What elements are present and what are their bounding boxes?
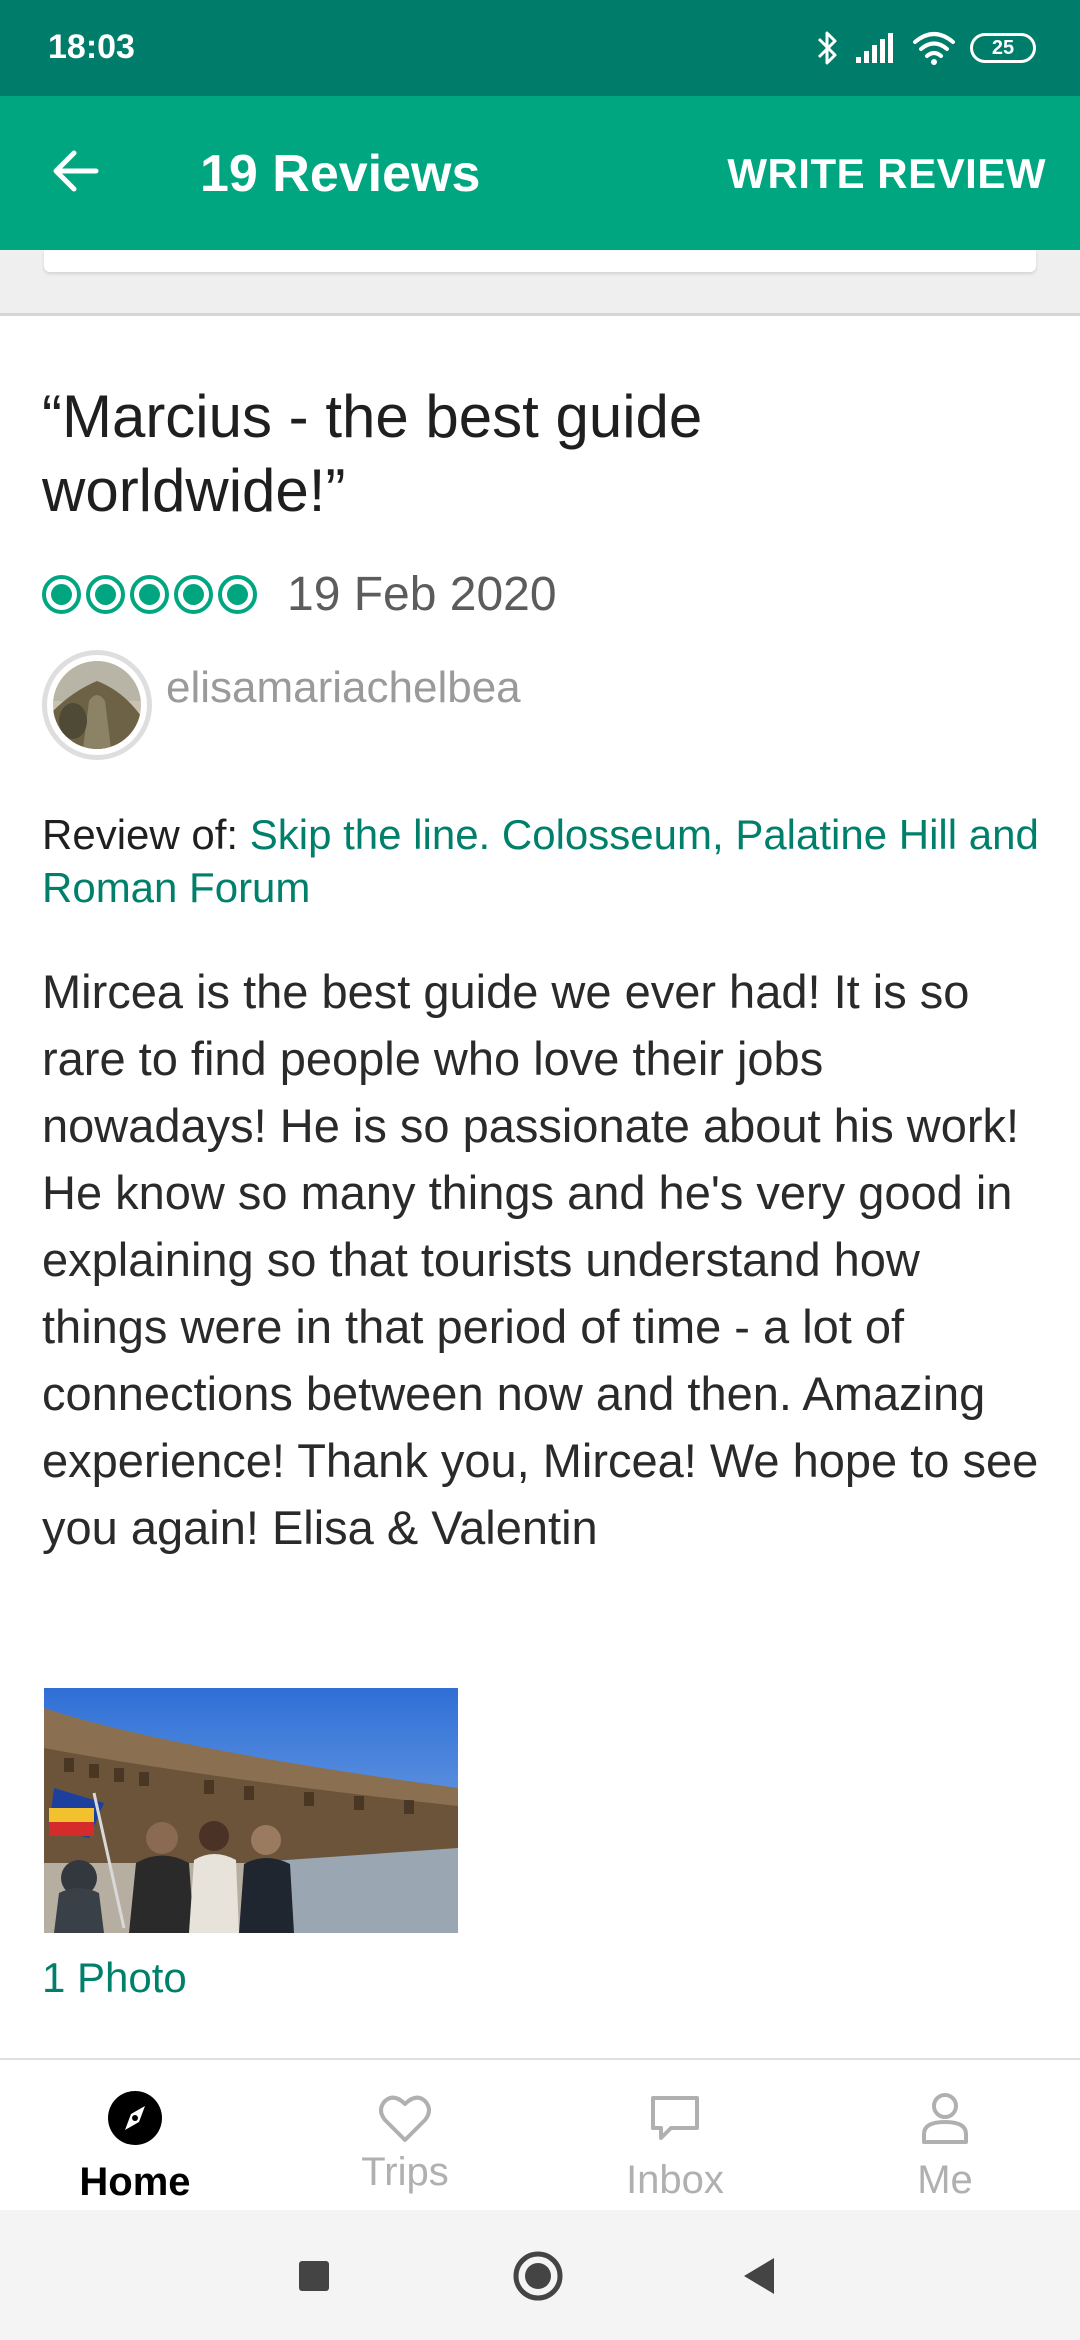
nav-trips[interactable]: Trips xyxy=(270,2060,540,2210)
bluetooth-icon xyxy=(817,31,837,65)
recents-icon[interactable] xyxy=(284,2246,344,2306)
back-triangle-icon[interactable] xyxy=(730,2246,790,2306)
scroll-separator xyxy=(0,250,1080,316)
person-icon xyxy=(922,2093,968,2144)
rating-bubble-icon xyxy=(218,574,257,614)
avatar[interactable] xyxy=(42,650,152,760)
signal-icon xyxy=(856,33,893,63)
username[interactable]: elisamariachelbea xyxy=(166,663,521,713)
review-title: “Marcius - the best guide worldwide!” xyxy=(42,383,703,524)
rating-bubble-icon xyxy=(174,574,213,614)
arrow-left-icon xyxy=(53,150,99,192)
review-body: Mircea is the best guide we ever had! It… xyxy=(42,965,1039,1554)
nav-home[interactable]: Home xyxy=(0,2060,270,2210)
nav-label-trips: Trips xyxy=(361,2150,449,2194)
battery-icon: 25 xyxy=(970,33,1036,63)
nav-label-me: Me xyxy=(917,2158,973,2202)
wifi-icon xyxy=(913,32,955,65)
battery-level: 25 xyxy=(991,36,1015,59)
home-circle-icon[interactable] xyxy=(508,2246,568,2306)
app-bar: 19 Reviews WRITE REVIEW xyxy=(0,96,1080,250)
status-bar: 18:03 25 xyxy=(0,0,1080,96)
rating-bubble-icon xyxy=(130,574,169,614)
compass-icon xyxy=(108,2091,162,2145)
bottom-nav: Home Trips Inbox Me xyxy=(0,2058,1080,2210)
rating-bubble-icon xyxy=(86,574,125,614)
page-title: 19 Reviews xyxy=(200,145,481,203)
rating-row: 19 Feb 2020 xyxy=(42,566,557,622)
review-photo[interactable] xyxy=(44,1688,458,1933)
system-nav xyxy=(0,2210,1080,2340)
nav-me[interactable]: Me xyxy=(810,2060,1080,2210)
photo-count-link[interactable]: 1 Photo xyxy=(42,1954,187,2002)
heart-icon xyxy=(379,2095,431,2142)
status-icons: 25 xyxy=(814,26,1036,70)
write-review-button[interactable]: WRITE REVIEW xyxy=(727,150,1046,198)
rating-bubble-icon xyxy=(42,574,81,614)
review-of: Review of: Skip the line. Colosseum, Pal… xyxy=(42,808,1042,914)
rating-bubbles xyxy=(42,574,257,614)
review-of-label: Review of: xyxy=(42,811,239,858)
nav-label-inbox: Inbox xyxy=(626,2158,724,2202)
reviewer[interactable]: elisamariachelbea xyxy=(42,650,521,760)
review-date: 19 Feb 2020 xyxy=(287,567,557,621)
back-button[interactable] xyxy=(46,141,106,201)
previous-card-edge xyxy=(44,250,1036,272)
status-time: 18:03 xyxy=(48,28,135,66)
nav-label-home: Home xyxy=(79,2160,191,2204)
avatar-image xyxy=(53,661,141,749)
nav-inbox[interactable]: Inbox xyxy=(540,2060,810,2210)
message-icon xyxy=(651,2096,699,2140)
